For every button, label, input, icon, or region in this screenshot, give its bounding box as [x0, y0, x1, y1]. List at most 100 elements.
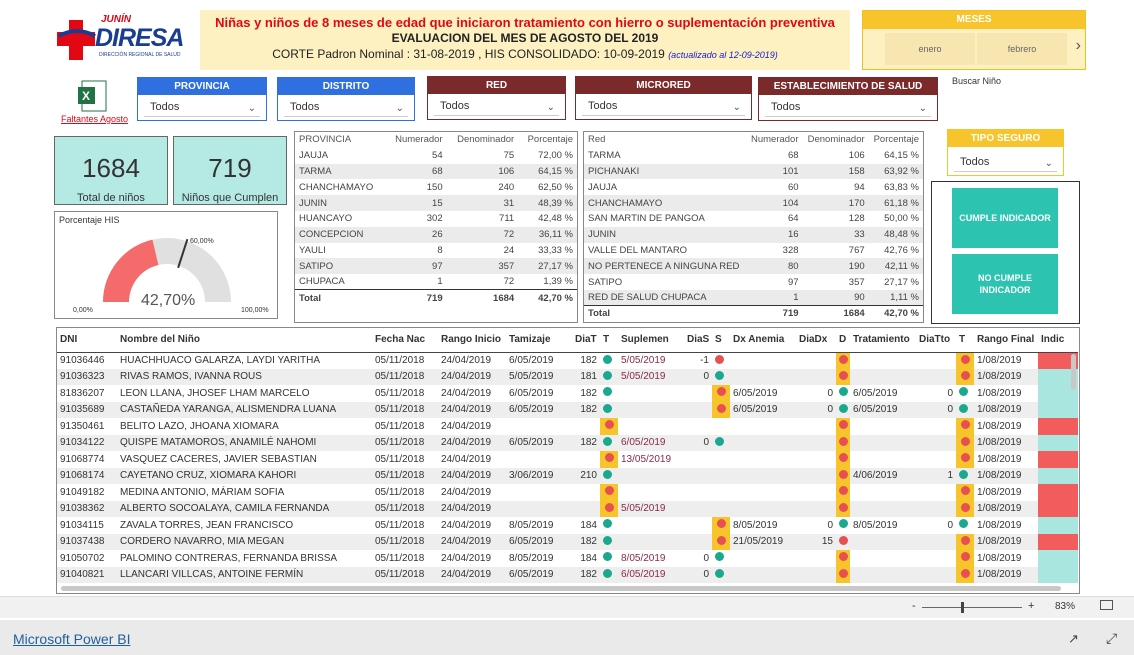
main-header-14[interactable]: DiaTto: [916, 328, 956, 353]
share-icon[interactable]: ↗: [1068, 631, 1079, 647]
provincia-slicer-value: Todos: [150, 101, 180, 113]
red-table-row[interactable]: PICHANAKI 101 158 63,92 %: [584, 163, 923, 180]
main-header-9[interactable]: S: [712, 328, 730, 353]
faltantes-link[interactable]: Faltantes Agosto: [61, 114, 128, 124]
excel-icon[interactable]: X: [78, 80, 108, 112]
prov-table-header-1[interactable]: Numerador: [386, 132, 447, 148]
red-table-header-3[interactable]: Porcentaje: [869, 132, 923, 148]
prov-table-header-2[interactable]: Denominador: [447, 132, 519, 148]
main-header-5[interactable]: DiaT: [572, 328, 600, 353]
prov-table-row[interactable]: JUNIN 15 31 48,39 %: [295, 195, 577, 211]
zoom-in-button[interactable]: +: [1028, 600, 1034, 612]
table-row[interactable]: 91040821 LLANCARI VILLCAS, ANTOINE FERMÍN…: [57, 566, 1078, 583]
chevron-down-icon[interactable]: ⌄: [1045, 154, 1053, 174]
table-cell: 6/05/2019: [618, 566, 684, 583]
chevron-right-icon[interactable]: ›: [1076, 37, 1081, 55]
zoom-level: 83%: [1055, 601, 1076, 612]
table-row[interactable]: 91035689 CASTAÑEDA YARANGA, ALISMENDRA LU…: [57, 401, 1078, 418]
main-header-4[interactable]: Tamizaje: [506, 328, 572, 353]
main-header-10[interactable]: Dx Anemia: [730, 328, 796, 353]
month-button-febrero[interactable]: febrero: [977, 33, 1067, 65]
prov-table-row[interactable]: HUANCAYO 302 711 42,48 %: [295, 211, 577, 227]
main-header-8[interactable]: DiaS: [684, 328, 712, 353]
zoom-out-button[interactable]: -: [912, 600, 916, 612]
main-header-7[interactable]: Suplemen: [618, 328, 684, 353]
prov-table-row[interactable]: JAUJA 54 75 72,00 %: [295, 148, 577, 164]
prov-table-row[interactable]: TARMA 68 106 64,15 %: [295, 163, 577, 180]
red-table-cell: 158: [802, 163, 869, 180]
main-header-6[interactable]: T: [600, 328, 618, 353]
red-table-header-1[interactable]: Numerador: [746, 132, 802, 148]
no-cumple-indicador-button[interactable]: NO CUMPLE INDICADOR: [952, 254, 1058, 314]
table-row[interactable]: 91068174 CAYETANO CRUZ, XIOMARA KAHORI 05/…: [57, 467, 1078, 484]
vertical-scrollbar[interactable]: [1071, 354, 1076, 390]
prov-table-header-0[interactable]: PROVINCIA: [295, 132, 386, 148]
establecimiento-slicer-label: ESTABLECIMIENTO DE SALUD: [759, 78, 937, 95]
red-table-row[interactable]: NO PERTENECE A NINGUNA RED 80 190 42,11 %: [584, 258, 923, 275]
table-row[interactable]: 91068774 VASQUEZ CACERES, JAVIER SEBASTIA…: [57, 451, 1078, 468]
red-table-row[interactable]: JAUJA 60 94 63,83 %: [584, 179, 923, 195]
red-table-row[interactable]: SAN MARTIN DE PANGOA 64 128 50,00 %: [584, 211, 923, 227]
prov-table-row[interactable]: SATIPO 97 357 27,17 %: [295, 258, 577, 275]
tipo-seguro-slicer[interactable]: TIPO SEGURO Todos ⌄: [947, 129, 1064, 176]
cumple-indicador-button[interactable]: CUMPLE INDICADOR: [952, 188, 1058, 248]
main-header-2[interactable]: Fecha Nac: [372, 328, 438, 353]
main-header-3[interactable]: Rango Inicio: [438, 328, 506, 353]
table-row[interactable]: 91036323 RIVAS RAMOS, IVANNA ROUS 05/11/20…: [57, 368, 1078, 385]
table-row[interactable]: 91037438 CORDERO NAVARRO, MIA MEGAN 05/11/…: [57, 533, 1078, 550]
prov-table-row[interactable]: CHANCHAMAYO 150 240 62,50 %: [295, 179, 577, 195]
main-header-13[interactable]: Tratamiento: [850, 328, 916, 353]
table-row[interactable]: 91038362 ALBERTO SOCOALAYA, CAMILA FERNAN…: [57, 500, 1078, 517]
chevron-down-icon[interactable]: ⌄: [547, 98, 555, 118]
prov-table-row[interactable]: CONCEPCION 26 72 36,11 %: [295, 226, 577, 243]
main-header-15[interactable]: T: [956, 328, 974, 353]
table-row[interactable]: 91350461 BELITO LAZO, JHOANA XIOMARA 05/11…: [57, 418, 1078, 435]
table-cell: 1/08/2019: [974, 434, 1038, 451]
main-header-12[interactable]: D: [836, 328, 850, 353]
table-row[interactable]: 91034115 ZAVALA TORRES, JEAN FRANCISCO 05/…: [57, 517, 1078, 534]
chevron-down-icon[interactable]: ⌄: [396, 99, 404, 119]
month-button-enero[interactable]: enero: [885, 33, 975, 65]
microred-slicer[interactable]: MICRORED Todos ⌄: [575, 76, 752, 120]
main-header-0[interactable]: DNI: [57, 328, 117, 353]
buscar-nino-label[interactable]: Buscar Niño: [952, 76, 1001, 86]
red-table-row[interactable]: RED DE SALUD CHUPACA 1 90 1,11 %: [584, 289, 923, 306]
red-slicer[interactable]: RED Todos ⌄: [427, 76, 566, 120]
prov-table-header-3[interactable]: Porcentaje: [518, 132, 577, 148]
indicator-cell: [1038, 434, 1078, 451]
red-table-header-0[interactable]: Red: [584, 132, 746, 148]
main-header-16[interactable]: Rango Final: [974, 328, 1038, 353]
table-cell: 24/04/2019: [438, 533, 506, 550]
chevron-down-icon[interactable]: ⌄: [919, 99, 927, 119]
indicator-cell: [1038, 533, 1078, 550]
power-bi-link[interactable]: Microsoft Power BI: [13, 631, 130, 647]
table-row[interactable]: 91036446 HUACHHUACO GALARZA, LAYDI YARITH…: [57, 352, 1078, 369]
provincia-slicer[interactable]: PROVINCIA Todos ⌄: [137, 77, 267, 121]
red-table-cell: SATIPO: [588, 276, 623, 288]
red-table-row[interactable]: JUNIN 16 33 48,48 %: [584, 226, 923, 243]
chevron-down-icon[interactable]: ⌄: [733, 98, 741, 118]
red-table-row[interactable]: TARMA 68 106 64,15 %: [584, 148, 923, 164]
main-header-1[interactable]: Nombre del Niño: [117, 328, 372, 353]
red-table-row[interactable]: SATIPO 97 357 27,17 %: [584, 274, 923, 290]
main-header-17[interactable]: Indic: [1038, 328, 1078, 353]
establecimiento-slicer[interactable]: ESTABLECIMIENTO DE SALUD Todos ⌄: [758, 77, 938, 121]
horizontal-scrollbar[interactable]: [61, 586, 1061, 591]
fullscreen-icon[interactable]: ⤢: [1106, 630, 1117, 647]
zoom-slider[interactable]: [922, 602, 1022, 613]
prov-table-row[interactable]: CHUPACA 1 72 1,39 %: [295, 274, 577, 290]
main-header-11[interactable]: DiaDx: [796, 328, 836, 353]
table-row[interactable]: 91049182 MEDINA ANTONIO, MÁRIAM SOFIA 05/1…: [57, 484, 1078, 501]
table-row[interactable]: 91050702 PALOMINO CONTRERAS, FERNANDA BRI…: [57, 550, 1078, 567]
prov-table-row[interactable]: YAULI 8 24 33,33 %: [295, 243, 577, 259]
table-row[interactable]: 81836207 LEON LLANA, JHOSEF LHAM MARCELO 0…: [57, 385, 1078, 402]
zoom-slider-thumb[interactable]: [961, 602, 964, 613]
distrito-slicer[interactable]: DISTRITO Todos ⌄: [277, 77, 415, 121]
fit-to-page-icon[interactable]: [1100, 600, 1113, 610]
table-row[interactable]: 91034122 QUISPE MATAMOROS, ANAMILÉ NAHOMI…: [57, 434, 1078, 451]
chevron-down-icon[interactable]: ⌄: [248, 99, 256, 119]
red-table-header-2[interactable]: Denominador: [803, 132, 869, 148]
status-dot-cell: [956, 451, 974, 468]
red-table-row[interactable]: VALLE DEL MANTARO 328 767 42,76 %: [584, 243, 923, 259]
red-table-row[interactable]: CHANCHAMAYO 104 170 61,18 %: [584, 195, 923, 211]
